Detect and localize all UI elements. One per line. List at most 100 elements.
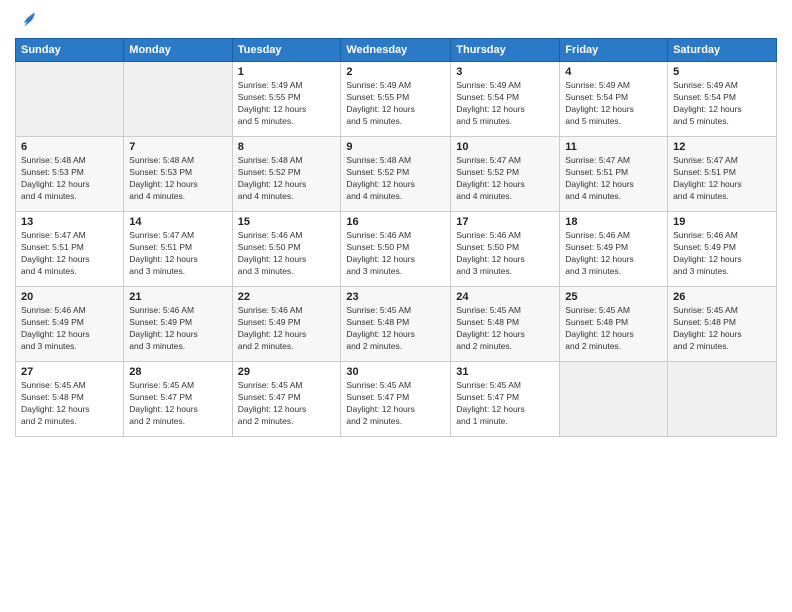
- calendar-cell: 16 Sunrise: 5:46 AM Sunset: 5:50 PM Dayli…: [341, 212, 451, 287]
- day-info: Sunrise: 5:49 AM Sunset: 5:54 PM Dayligh…: [456, 80, 554, 128]
- calendar-cell: 13 Sunrise: 5:47 AM Sunset: 5:51 PM Dayli…: [16, 212, 124, 287]
- day-info: Sunrise: 5:47 AM Sunset: 5:51 PM Dayligh…: [565, 155, 662, 203]
- day-info: Sunrise: 5:45 AM Sunset: 5:48 PM Dayligh…: [21, 380, 118, 428]
- day-number: 11: [565, 141, 662, 153]
- weekday-header-friday: Friday: [560, 39, 668, 62]
- calendar-cell: 26Sunrise: 5:45 AM Sunset: 5:48 PM Dayli…: [668, 287, 777, 362]
- calendar-cell: 22 Sunrise: 5:46 AM Sunset: 5:49 PM Dayli…: [232, 287, 341, 362]
- day-info: Sunrise: 5:48 AM Sunset: 5:52 PM Dayligh…: [238, 155, 336, 203]
- calendar-cell: 14 Sunrise: 5:47 AM Sunset: 5:51 PM Dayli…: [124, 212, 232, 287]
- day-number: 21: [129, 291, 226, 303]
- calendar-cell: [560, 362, 668, 437]
- weekday-header-thursday: Thursday: [451, 39, 560, 62]
- weekday-header-row: SundayMondayTuesdayWednesdayThursdayFrid…: [16, 39, 777, 62]
- weekday-header-monday: Monday: [124, 39, 232, 62]
- day-number: 14: [129, 216, 226, 228]
- day-number: 9: [346, 141, 445, 153]
- day-info: Sunrise: 5:45 AM Sunset: 5:47 PM Dayligh…: [238, 380, 336, 428]
- calendar-cell: [124, 62, 232, 137]
- day-info: Sunrise: 5:46 AM Sunset: 5:50 PM Dayligh…: [238, 230, 336, 278]
- day-info: Sunrise: 5:46 AM Sunset: 5:50 PM Dayligh…: [346, 230, 445, 278]
- day-info: Sunrise: 5:45 AM Sunset: 5:48 PM Dayligh…: [565, 305, 662, 353]
- calendar-cell: 24 Sunrise: 5:45 AM Sunset: 5:48 PM Dayli…: [451, 287, 560, 362]
- calendar-cell: 28 Sunrise: 5:45 AM Sunset: 5:47 PM Dayli…: [124, 362, 232, 437]
- day-number: 27: [21, 366, 118, 378]
- weekday-header-tuesday: Tuesday: [232, 39, 341, 62]
- day-info: Sunrise: 5:46 AM Sunset: 5:49 PM Dayligh…: [673, 230, 771, 278]
- calendar-cell: 7 Sunrise: 5:48 AM Sunset: 5:53 PM Daylig…: [124, 137, 232, 212]
- calendar-cell: [16, 62, 124, 137]
- day-info: Sunrise: 5:45 AM Sunset: 5:47 PM Dayligh…: [129, 380, 226, 428]
- week-row-3: 13 Sunrise: 5:47 AM Sunset: 5:51 PM Dayli…: [16, 212, 777, 287]
- calendar-cell: 4Sunrise: 5:49 AM Sunset: 5:54 PM Daylig…: [560, 62, 668, 137]
- day-number: 15: [238, 216, 336, 228]
- calendar-table: SundayMondayTuesdayWednesdayThursdayFrid…: [15, 38, 777, 437]
- calendar-cell: 5Sunrise: 5:49 AM Sunset: 5:54 PM Daylig…: [668, 62, 777, 137]
- calendar-cell: 29 Sunrise: 5:45 AM Sunset: 5:47 PM Dayli…: [232, 362, 341, 437]
- calendar-cell: 17Sunrise: 5:46 AM Sunset: 5:50 PM Dayli…: [451, 212, 560, 287]
- day-number: 13: [21, 216, 118, 228]
- page-container: SundayMondayTuesdayWednesdayThursdayFrid…: [0, 0, 792, 612]
- day-info: Sunrise: 5:45 AM Sunset: 5:48 PM Dayligh…: [346, 305, 445, 353]
- day-number: 8: [238, 141, 336, 153]
- calendar-cell: 23Sunrise: 5:45 AM Sunset: 5:48 PM Dayli…: [341, 287, 451, 362]
- day-info: Sunrise: 5:49 AM Sunset: 5:55 PM Dayligh…: [346, 80, 445, 128]
- calendar-cell: 12 Sunrise: 5:47 AM Sunset: 5:51 PM Dayli…: [668, 137, 777, 212]
- header: [15, 10, 777, 30]
- day-info: Sunrise: 5:45 AM Sunset: 5:47 PM Dayligh…: [456, 380, 554, 428]
- weekday-header-saturday: Saturday: [668, 39, 777, 62]
- calendar-cell: 10Sunrise: 5:47 AM Sunset: 5:52 PM Dayli…: [451, 137, 560, 212]
- logo: [15, 10, 37, 30]
- day-number: 17: [456, 216, 554, 228]
- day-number: 16: [346, 216, 445, 228]
- day-info: Sunrise: 5:47 AM Sunset: 5:51 PM Dayligh…: [21, 230, 118, 278]
- day-number: 24: [456, 291, 554, 303]
- day-info: Sunrise: 5:49 AM Sunset: 5:55 PM Dayligh…: [238, 80, 336, 128]
- day-number: 30: [346, 366, 445, 378]
- day-number: 4: [565, 66, 662, 78]
- week-row-2: 6 Sunrise: 5:48 AM Sunset: 5:53 PM Daylig…: [16, 137, 777, 212]
- calendar-cell: 9 Sunrise: 5:48 AM Sunset: 5:52 PM Daylig…: [341, 137, 451, 212]
- weekday-header-wednesday: Wednesday: [341, 39, 451, 62]
- day-number: 12: [673, 141, 771, 153]
- calendar-cell: 8 Sunrise: 5:48 AM Sunset: 5:52 PM Daylig…: [232, 137, 341, 212]
- calendar-cell: 30 Sunrise: 5:45 AM Sunset: 5:47 PM Dayli…: [341, 362, 451, 437]
- day-number: 28: [129, 366, 226, 378]
- day-info: Sunrise: 5:47 AM Sunset: 5:51 PM Dayligh…: [673, 155, 771, 203]
- day-info: Sunrise: 5:45 AM Sunset: 5:47 PM Dayligh…: [346, 380, 445, 428]
- day-number: 1: [238, 66, 336, 78]
- day-number: 6: [21, 141, 118, 153]
- day-info: Sunrise: 5:48 AM Sunset: 5:53 PM Dayligh…: [129, 155, 226, 203]
- day-number: 25: [565, 291, 662, 303]
- day-info: Sunrise: 5:46 AM Sunset: 5:49 PM Dayligh…: [238, 305, 336, 353]
- day-number: 31: [456, 366, 554, 378]
- day-number: 3: [456, 66, 554, 78]
- day-info: Sunrise: 5:48 AM Sunset: 5:52 PM Dayligh…: [346, 155, 445, 203]
- day-number: 7: [129, 141, 226, 153]
- calendar-cell: 21 Sunrise: 5:46 AM Sunset: 5:49 PM Dayli…: [124, 287, 232, 362]
- week-row-4: 20 Sunrise: 5:46 AM Sunset: 5:49 PM Dayli…: [16, 287, 777, 362]
- day-info: Sunrise: 5:45 AM Sunset: 5:48 PM Dayligh…: [456, 305, 554, 353]
- day-number: 5: [673, 66, 771, 78]
- calendar-cell: 15 Sunrise: 5:46 AM Sunset: 5:50 PM Dayli…: [232, 212, 341, 287]
- day-info: Sunrise: 5:47 AM Sunset: 5:52 PM Dayligh…: [456, 155, 554, 203]
- calendar-cell: 2Sunrise: 5:49 AM Sunset: 5:55 PM Daylig…: [341, 62, 451, 137]
- calendar-cell: 27 Sunrise: 5:45 AM Sunset: 5:48 PM Dayli…: [16, 362, 124, 437]
- logo-bird-icon: [17, 10, 37, 30]
- day-info: Sunrise: 5:46 AM Sunset: 5:49 PM Dayligh…: [129, 305, 226, 353]
- calendar-cell: 31 Sunrise: 5:45 AM Sunset: 5:47 PM Dayli…: [451, 362, 560, 437]
- calendar-cell: 25 Sunrise: 5:45 AM Sunset: 5:48 PM Dayli…: [560, 287, 668, 362]
- day-info: Sunrise: 5:46 AM Sunset: 5:49 PM Dayligh…: [21, 305, 118, 353]
- calendar-cell: 11 Sunrise: 5:47 AM Sunset: 5:51 PM Dayli…: [560, 137, 668, 212]
- weekday-header-sunday: Sunday: [16, 39, 124, 62]
- calendar-cell: 3 Sunrise: 5:49 AM Sunset: 5:54 PM Daylig…: [451, 62, 560, 137]
- calendar-cell: [668, 362, 777, 437]
- day-info: Sunrise: 5:47 AM Sunset: 5:51 PM Dayligh…: [129, 230, 226, 278]
- calendar-cell: 20 Sunrise: 5:46 AM Sunset: 5:49 PM Dayli…: [16, 287, 124, 362]
- day-number: 22: [238, 291, 336, 303]
- calendar-cell: 18Sunrise: 5:46 AM Sunset: 5:49 PM Dayli…: [560, 212, 668, 287]
- day-number: 20: [21, 291, 118, 303]
- day-info: Sunrise: 5:46 AM Sunset: 5:49 PM Dayligh…: [565, 230, 662, 278]
- day-number: 29: [238, 366, 336, 378]
- day-number: 26: [673, 291, 771, 303]
